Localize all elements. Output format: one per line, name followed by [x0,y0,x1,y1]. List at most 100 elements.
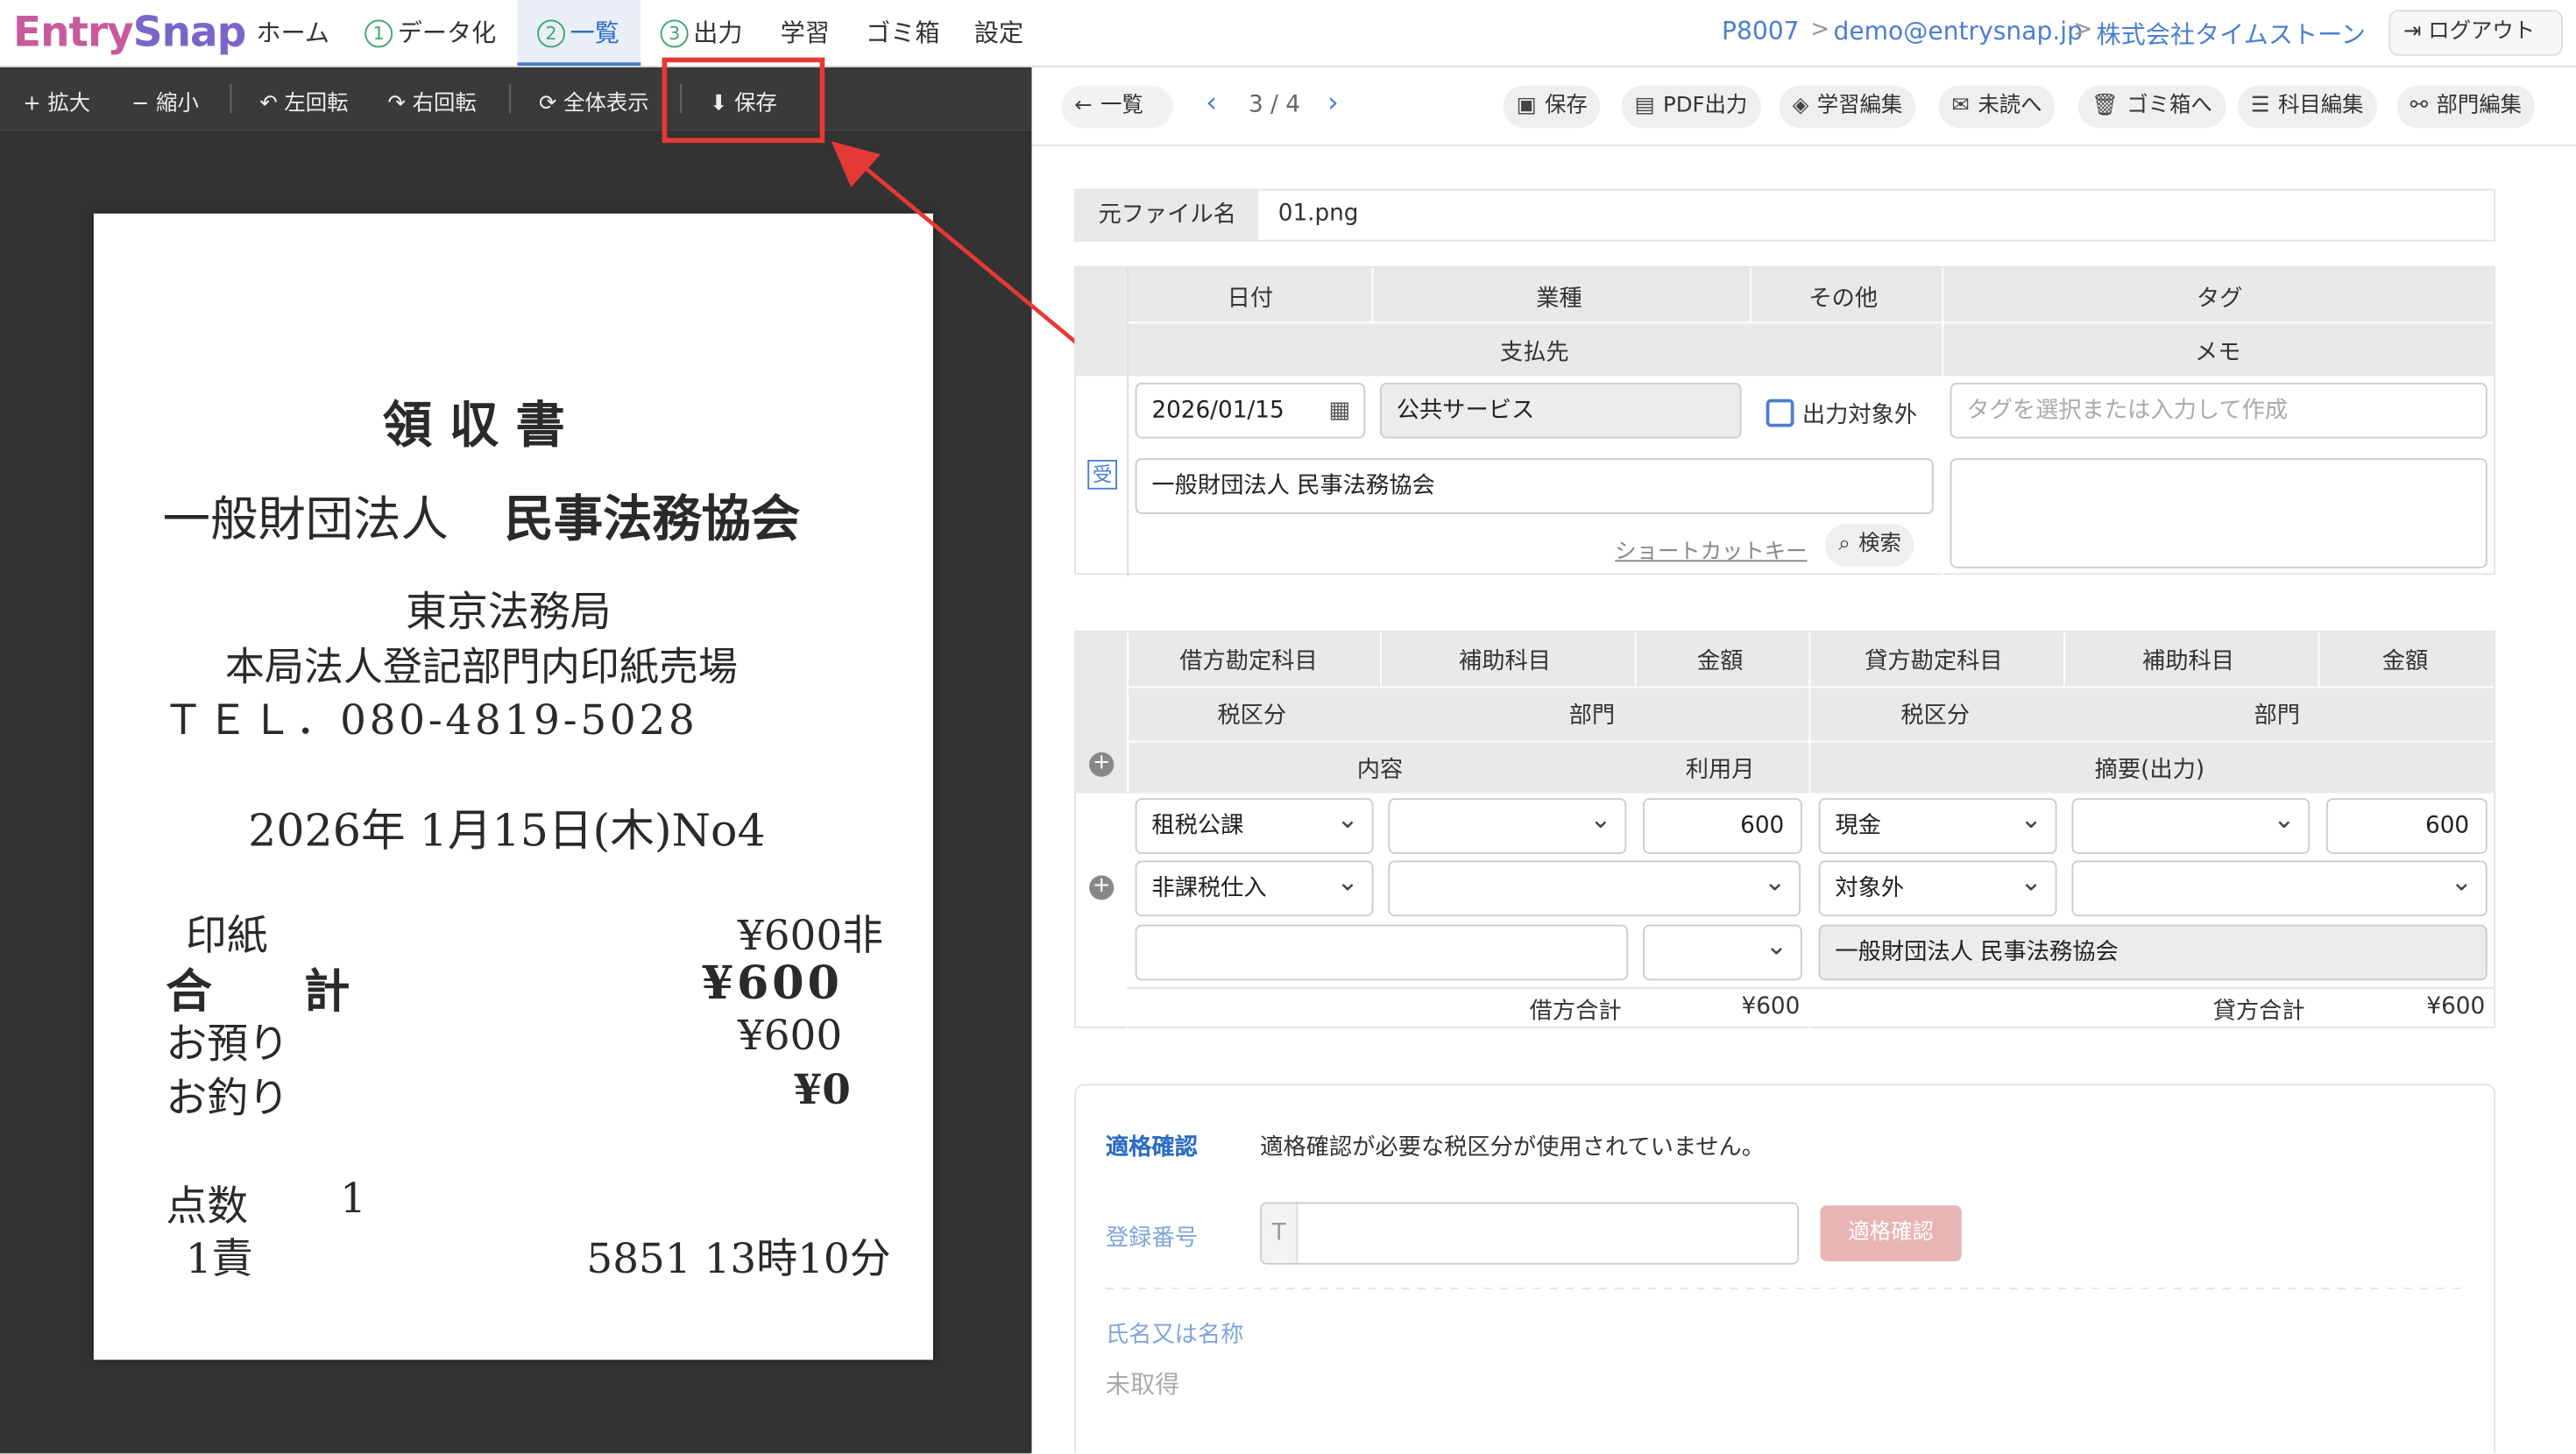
name-value: 未取得 [1105,1369,1180,1400]
shortcut-link[interactable]: ショートカットキー [1615,533,1807,565]
divider [1380,632,1382,687]
breadcrumb-email[interactable]: demo@entrysnap.jp [1834,17,2083,46]
debit-total-label: 借方合計 [1529,999,1622,1025]
exclude-checkbox[interactable]: 出力対象外 [1766,398,1917,431]
date-header: 日付 [1227,286,1274,313]
move-to-trash-button[interactable]: 🗑 ゴミ箱へ [2077,85,2226,129]
arrow-left-icon: ← [1074,93,1093,118]
divider [1127,686,2495,688]
logout-icon: ⇥ [2403,19,2429,45]
receipt-deposit-label: お預り [166,1020,290,1068]
receipt-badge[interactable]: 受 [1087,460,1117,490]
memo-header: メモ [2195,340,2241,367]
industry-field[interactable]: 公共サービス [1380,382,1742,439]
registration-number-input[interactable]: T [1260,1202,1800,1265]
industry-header: 業種 [1536,286,1582,313]
save-icon: ▣ [1516,93,1537,118]
journal-table: 借方勘定科目 補助科目 金額 貸方勘定科目 補助科目 金額 税区分 部門 税区分… [1074,631,2496,1030]
date-input[interactable]: 2026/01/15 ▦ [1135,382,1366,439]
add-line-icon[interactable]: + [1089,874,1115,900]
debit-sub-header: 補助科目 [1459,648,1551,675]
sitemap-icon: ⚯ [2410,93,2429,118]
content-header: 内容 [1356,757,1404,784]
name-label: 氏名又は名称 [1105,1322,1244,1349]
receipt-tel: ＴＥＬ．080-4819-5028 [162,696,698,745]
divider [2318,632,2320,687]
logout-button[interactable]: ⇥ ログアウト [2388,10,2563,56]
divider [1127,986,2495,989]
checkbox-icon[interactable] [1766,399,1794,427]
summary-header: 摘要(出力) [2094,757,2205,784]
receipt-item: 印紙 [185,911,268,959]
payee-input[interactable]: 一般財団法人 民事法務協会 [1135,458,1934,514]
divider [1942,267,1944,577]
debit-account-header: 借方勘定科目 [1179,648,1318,675]
page-indicator: 3 / 4 [1249,92,1300,118]
debit-dept-select[interactable] [1388,860,1801,917]
credit-total-label: 貸方合計 [2212,999,2305,1025]
receipt-count-label: 点数 [166,1182,249,1231]
save-button[interactable]: ▣ 保存 [1503,85,1601,129]
memo-textarea[interactable] [1950,458,2488,568]
receipt-org-name: 民事法務協会 [504,491,801,549]
qualification-message: 適格確認が必要な税区分が使用されていません。 [1260,1134,1766,1161]
credit-dept-select[interactable] [2071,860,2488,917]
debit-total: ¥600 [1741,993,1801,1020]
credit-tax-select[interactable]: 対象外 [1818,860,2057,917]
file-name-row: 元ファイル名 01.png [1074,188,2496,242]
back-to-list-button[interactable]: ← 一覧 [1061,85,1173,129]
qualification-title: 適格確認 [1105,1134,1198,1161]
registration-prefix: T [1262,1203,1299,1263]
breadcrumb-code[interactable]: P8007 [1722,17,1800,46]
credit-account-header: 貸方勘定科目 [1865,648,2003,675]
credit-sub-select[interactable] [2071,798,2311,854]
dept-edit-button[interactable]: ⚯ 部門編集 [2396,85,2535,129]
debit-sub-select[interactable] [1388,798,1627,854]
pdf-export-button[interactable]: ▤ PDF出力 [1621,85,1761,129]
receipt-total: ¥600 [701,956,843,1011]
payee-header: 支払先 [1499,340,1569,367]
learn-edit-button[interactable]: ◈ 学習編集 [1779,85,1916,129]
divider [1127,267,1129,577]
divider [1127,321,2495,324]
breadcrumb-company[interactable]: 株式会社タイムストーン [2097,17,2366,51]
search-button[interactable]: ⌕ 検索 [1825,524,1914,567]
other-header: その他 [1808,286,1879,313]
divider [1634,632,1637,687]
qualification-panel: 適格確認 適格確認が必要な税区分が使用されていません。 登録番号 T 適格確認 … [1074,1083,2496,1454]
file-name-label: 元ファイル名 [1076,190,1259,240]
graduation-cap-icon: ◈ [1792,93,1809,118]
content-input[interactable] [1135,924,1629,981]
credit-amount-input[interactable]: 600 [2326,798,2488,854]
mark-unread-button[interactable]: ✉ 未読へ [1938,85,2056,129]
receipt-count: 1 [340,1174,366,1222]
trash-icon: 🗑 [2091,93,2119,118]
calendar-icon[interactable]: ▦ [1328,385,1350,437]
registration-number-label: 登録番号 [1105,1225,1198,1252]
add-row-icon[interactable]: + [1089,752,1115,777]
month-select[interactable] [1643,924,1802,981]
next-page-icon[interactable]: › [1327,87,1339,120]
divider [1371,267,1374,322]
summary-field[interactable]: 一般財団法人 民事法務協会 [1818,924,2488,981]
debit-tax-select[interactable]: 非課税仕入 [1135,860,1374,917]
breadcrumb-sep: > [1810,16,1830,43]
credit-sub-header: 補助科目 [2142,648,2234,675]
debit-amount-input[interactable]: 600 [1643,798,1802,854]
divider [1105,1288,2466,1289]
credit-account-select[interactable]: 現金 [1818,798,2057,854]
debit-account-select[interactable]: 租税公課 [1135,798,1374,854]
divider [1127,632,1129,1030]
file-name-value: 01.png [1277,200,1359,227]
month-header: 利用月 [1685,757,1755,784]
receipt-change-label: お釣り [166,1074,290,1122]
tag-input[interactable]: タグを選択または入力して作成 [1950,382,2488,439]
qualification-check-button[interactable]: 適格確認 [1820,1205,1962,1261]
breadcrumb-sep: > [2073,16,2093,43]
account-edit-button[interactable]: ☰ 科目編集 [2237,85,2377,129]
annotation-arrow [831,141,1093,356]
record-toolbar: ← 一覧 ‹ 3 / 4 › ▣ 保存 ▤ PDF出力 ◈ 学習編集 ✉ 未読へ 🗑 ゴミ箱… [1031,67,2576,146]
receipt-title: 領 収 書 [382,397,565,455]
prev-page-icon[interactable]: ‹ [1206,87,1217,120]
receipt-change: ¥0 [793,1065,851,1114]
